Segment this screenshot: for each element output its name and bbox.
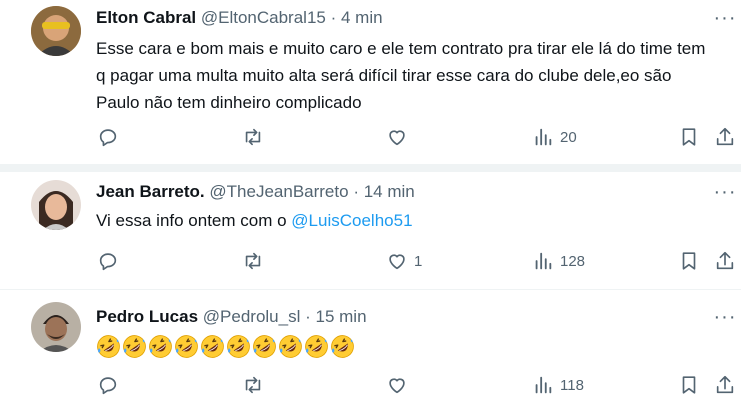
share-icon: [716, 375, 734, 394]
avatar-photo: [31, 180, 81, 230]
heart-icon: [389, 254, 405, 270]
rolling-on-the-floor-laughing-emoji: [253, 335, 276, 358]
rolling-on-the-floor-laughing-emoji: [175, 335, 198, 358]
reply-icon: [99, 253, 117, 271]
avatar[interactable]: [31, 302, 81, 352]
tweet-text: Esse cara e bom mais e muito caro e ele …: [96, 39, 706, 112]
views-count: 118: [560, 376, 584, 394]
separator: ·: [330, 8, 337, 27]
heart-icon: [389, 378, 405, 394]
retweet-icon: [245, 252, 261, 270]
bookmark-icon: [682, 376, 696, 394]
reply-icon: [99, 129, 117, 147]
author-handle[interactable]: @TheJeanBarreto: [209, 182, 348, 201]
reply-button[interactable]: [97, 250, 119, 272]
views-bar-chart-icon: [535, 252, 552, 270]
retweet-button[interactable]: [242, 250, 264, 272]
rolling-on-the-floor-laughing-emoji: [201, 335, 224, 358]
bookmark-button[interactable]: [678, 374, 700, 396]
author-name[interactable]: Pedro Lucas: [96, 307, 198, 326]
mention-link[interactable]: @LuisCoelho51: [291, 211, 412, 230]
views-button[interactable]: 20: [532, 126, 577, 148]
bookmark-button[interactable]: [678, 250, 700, 272]
more-options-button[interactable]: ···: [713, 182, 737, 206]
like-count: 1: [414, 252, 423, 270]
share-button[interactable]: [714, 126, 736, 148]
views-count: 128: [560, 252, 586, 270]
views-button[interactable]: 128: [532, 250, 585, 272]
like-button[interactable]: [386, 374, 414, 396]
tweet-text-container: Vi essa info ontem com o @LuisCoelho51: [96, 207, 716, 234]
divider: [0, 164, 741, 172]
rolling-on-the-floor-laughing-emoji: [97, 335, 120, 358]
avatar[interactable]: [31, 6, 81, 56]
rolling-on-the-floor-laughing-emoji: [331, 335, 354, 358]
views-bar-chart-icon: [535, 376, 552, 394]
author-name[interactable]: Elton Cabral: [96, 8, 196, 27]
bookmark-icon: [682, 252, 696, 270]
separator: ·: [305, 307, 311, 326]
tweet-3[interactable]: Pedro Lucas @Pedrolu_sl · 15 min ··· 118: [0, 290, 741, 412]
rolling-on-the-floor-laughing-emoji: [305, 335, 328, 358]
like-button[interactable]: [386, 126, 414, 148]
author-handle[interactable]: @EltonCabral15: [201, 8, 326, 27]
share-icon: [716, 251, 734, 270]
bookmark-button[interactable]: [678, 126, 700, 148]
author-name[interactable]: Jean Barreto.: [96, 182, 205, 201]
avatar-photo: [31, 302, 81, 352]
bookmark-icon: [682, 128, 696, 146]
timestamp[interactable]: 4 min: [341, 8, 383, 27]
reply-button[interactable]: [97, 126, 119, 148]
like-button[interactable]: 1: [386, 250, 422, 272]
tweet-1[interactable]: Elton Cabral @EltonCabral15 · 4 min ··· …: [0, 0, 741, 164]
views-count: 20: [560, 128, 577, 146]
more-options-button[interactable]: ···: [713, 8, 737, 32]
avatar[interactable]: [31, 180, 81, 230]
rolling-on-the-floor-laughing-emoji: [279, 335, 302, 358]
rolling-on-the-floor-laughing-emoji: [149, 335, 172, 358]
timestamp[interactable]: 14 min: [364, 182, 415, 201]
avatar-photo: [31, 6, 81, 56]
tweet-text: Vi essa info ontem com o: [96, 211, 292, 230]
separator: ·: [353, 182, 359, 201]
share-icon: [716, 127, 734, 146]
share-button[interactable]: [714, 374, 736, 396]
views-bar-chart-icon: [535, 128, 552, 146]
heart-icon: [389, 130, 405, 146]
retweet-icon: [245, 376, 261, 394]
author-handle[interactable]: @Pedrolu_sl: [203, 307, 301, 326]
timestamp[interactable]: 15 min: [316, 307, 367, 326]
rolling-on-the-floor-laughing-emoji: [123, 335, 146, 358]
reply-icon: [99, 377, 117, 395]
retweet-button[interactable]: [242, 374, 264, 396]
tweet-emoji-text: [96, 334, 355, 359]
share-button[interactable]: [714, 250, 736, 272]
views-button[interactable]: 118: [532, 374, 584, 396]
reply-button[interactable]: [97, 374, 119, 396]
retweet-icon: [245, 128, 261, 146]
retweet-button[interactable]: [242, 126, 264, 148]
rolling-on-the-floor-laughing-emoji: [227, 335, 250, 358]
tweet-2[interactable]: Jean Barreto. @TheJeanBarreto · 14 min ·…: [0, 172, 741, 288]
more-options-button[interactable]: ···: [713, 307, 737, 331]
